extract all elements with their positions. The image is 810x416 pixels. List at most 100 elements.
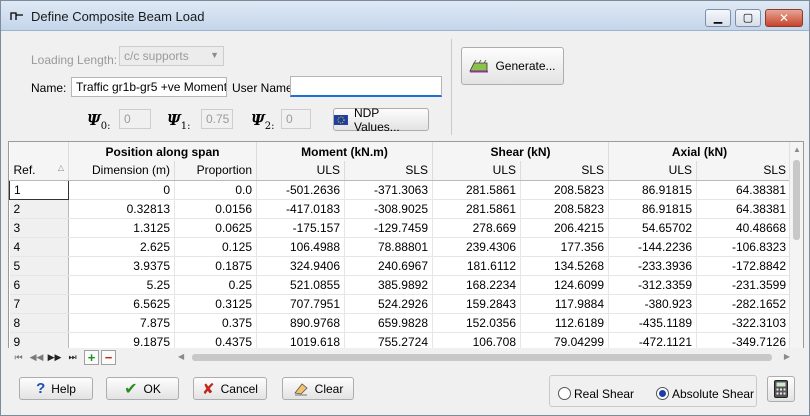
psi0-input[interactable]: 0 bbox=[119, 109, 151, 129]
absolute-shear-label[interactable]: Absolute Shear bbox=[672, 387, 754, 401]
table-cell[interactable]: 281.5861 bbox=[432, 199, 521, 219]
table-row[interactable]: 2 0.32813 0.0156 -417.0183 -308.9025 281.5861… bbox=[9, 199, 791, 219]
horizontal-scroll-thumb[interactable] bbox=[192, 354, 772, 361]
user-name-input[interactable] bbox=[290, 76, 442, 97]
scroll-up-icon[interactable]: ▲ bbox=[793, 145, 801, 154]
scroll-right-icon[interactable]: ▶ bbox=[784, 352, 790, 361]
remove-row-button[interactable]: − bbox=[101, 350, 116, 365]
maximize-button[interactable]: ▢ bbox=[735, 9, 761, 27]
row-ref-cell[interactable]: 7 bbox=[9, 294, 69, 314]
ok-button[interactable]: ✔ OK bbox=[106, 377, 179, 400]
absolute-shear-radio[interactable] bbox=[656, 387, 669, 400]
loading-length-select[interactable]: c/c supports ▼ bbox=[119, 46, 224, 66]
table-cell[interactable]: 0.1875 bbox=[174, 256, 257, 276]
table-cell[interactable]: -308.9025 bbox=[344, 199, 433, 219]
table-cell[interactable]: 64.38381 bbox=[696, 199, 791, 219]
table-cell[interactable]: 1.3125 bbox=[68, 218, 175, 238]
clear-button[interactable]: Clear bbox=[282, 377, 354, 400]
table-cell[interactable]: -233.3936 bbox=[608, 256, 697, 276]
table-cell[interactable]: 168.2234 bbox=[432, 275, 521, 295]
scroll-left-icon[interactable]: ◀ bbox=[178, 352, 184, 361]
table-cell[interactable]: 159.2843 bbox=[432, 294, 521, 314]
table-cell[interactable]: -417.0183 bbox=[256, 199, 345, 219]
table-cell[interactable]: -380.923 bbox=[608, 294, 697, 314]
table-cell[interactable]: 239.4306 bbox=[432, 237, 521, 257]
table-cell[interactable]: 5.25 bbox=[68, 275, 175, 295]
table-cell[interactable]: 134.5268 bbox=[520, 256, 609, 276]
column-header-axial-sls[interactable]: SLS bbox=[696, 161, 791, 181]
table-cell[interactable]: 64.38381 bbox=[696, 180, 791, 200]
table-row[interactable]: 8 7.875 0.375 890.9768 659.9828 152.0356 112.6… bbox=[9, 313, 791, 333]
table-cell[interactable]: -501.2636 bbox=[256, 180, 345, 200]
last-record-icon[interactable]: ⏭ bbox=[65, 350, 80, 365]
column-header-shear-sls[interactable]: SLS bbox=[520, 161, 609, 181]
table-cell[interactable]: -172.8842 bbox=[696, 256, 791, 276]
table-cell[interactable]: -144.2236 bbox=[608, 237, 697, 257]
table-cell[interactable]: 0.0625 bbox=[174, 218, 257, 238]
table-row[interactable]: 5 3.9375 0.1875 324.9406 240.6967 181.6112 134… bbox=[9, 256, 791, 276]
table-cell[interactable]: 385.9892 bbox=[344, 275, 433, 295]
table-cell[interactable]: -371.3063 bbox=[344, 180, 433, 200]
table-cell[interactable]: 86.91815 bbox=[608, 199, 697, 219]
vertical-scroll-thumb[interactable] bbox=[793, 160, 800, 240]
table-cell[interactable]: 6.5625 bbox=[68, 294, 175, 314]
table-cell[interactable]: 112.6189 bbox=[520, 313, 609, 333]
table-cell[interactable]: 106.4988 bbox=[256, 237, 345, 257]
psi2-input[interactable]: 0 bbox=[281, 109, 311, 129]
table-cell[interactable]: 0.0 bbox=[174, 180, 257, 200]
table-cell[interactable]: 208.5823 bbox=[520, 199, 609, 219]
row-ref-cell[interactable]: 1 bbox=[9, 179, 69, 200]
minimize-button[interactable]: ▁ bbox=[705, 9, 731, 27]
close-button[interactable]: ✕ bbox=[765, 9, 803, 27]
row-ref-cell[interactable]: 8 bbox=[9, 313, 69, 333]
table-cell[interactable]: 2.625 bbox=[68, 237, 175, 257]
table-cell[interactable]: 3.9375 bbox=[68, 256, 175, 276]
ref-column-header[interactable]: Ref. △ bbox=[9, 161, 69, 181]
table-cell[interactable]: 524.2926 bbox=[344, 294, 433, 314]
table-cell[interactable]: -282.1652 bbox=[696, 294, 791, 314]
column-header-shear-uls[interactable]: ULS bbox=[432, 161, 521, 181]
table-cell[interactable]: 324.9406 bbox=[256, 256, 345, 276]
name-field[interactable]: Traffic gr1b-gr5 +ve Moment 1 bbox=[71, 77, 227, 97]
table-cell[interactable]: 86.91815 bbox=[608, 180, 697, 200]
generate-button[interactable]: Generate... bbox=[461, 47, 564, 85]
table-cell[interactable]: -435.1189 bbox=[608, 313, 697, 333]
table-cell[interactable]: 117.9884 bbox=[520, 294, 609, 314]
table-cell[interactable]: 0.25 bbox=[174, 275, 257, 295]
cancel-button[interactable]: ✘ Cancel bbox=[193, 377, 267, 400]
table-row[interactable]: 3 1.3125 0.0625 -175.157 -129.7459 278.669 206… bbox=[9, 218, 791, 238]
table-cell[interactable]: 890.9768 bbox=[256, 313, 345, 333]
table-cell[interactable]: 152.0356 bbox=[432, 313, 521, 333]
ndp-values-button[interactable]: NDP Values... bbox=[333, 106, 429, 134]
calculator-button[interactable] bbox=[767, 376, 795, 402]
table-cell[interactable]: -175.157 bbox=[256, 218, 345, 238]
real-shear-label[interactable]: Real Shear bbox=[574, 387, 634, 401]
row-ref-cell[interactable]: 6 bbox=[9, 275, 69, 295]
column-header-proportion[interactable]: Proportion bbox=[174, 161, 257, 181]
table-row[interactable]: 1 0 0.0 -501.2636 -371.3063 281.5861 208.5823 8… bbox=[9, 179, 791, 200]
table-cell[interactable]: -231.3599 bbox=[696, 275, 791, 295]
table-cell[interactable]: 521.0855 bbox=[256, 275, 345, 295]
table-cell[interactable]: 78.88801 bbox=[344, 237, 433, 257]
table-cell[interactable]: 278.669 bbox=[432, 218, 521, 238]
table-cell[interactable]: 240.6967 bbox=[344, 256, 433, 276]
table-cell[interactable]: -106.8323 bbox=[696, 237, 791, 257]
first-record-icon[interactable]: ⏮ bbox=[11, 350, 26, 365]
table-cell[interactable]: 659.9828 bbox=[344, 313, 433, 333]
help-button[interactable]: ? Help bbox=[19, 377, 93, 400]
table-cell[interactable]: -322.3103 bbox=[696, 313, 791, 333]
table-cell[interactable]: 0 bbox=[68, 180, 175, 200]
row-ref-cell[interactable]: 4 bbox=[9, 237, 69, 257]
table-cell[interactable]: 0.125 bbox=[174, 237, 257, 257]
table-cell[interactable]: 0.3125 bbox=[174, 294, 257, 314]
add-row-button[interactable]: + bbox=[84, 350, 99, 365]
vertical-scrollbar[interactable]: ▲ ▼ bbox=[789, 142, 803, 366]
table-cell[interactable]: -129.7459 bbox=[344, 218, 433, 238]
row-ref-cell[interactable]: 3 bbox=[9, 218, 69, 238]
table-cell[interactable]: 177.356 bbox=[520, 237, 609, 257]
column-header-moment-uls[interactable]: ULS bbox=[256, 161, 345, 181]
next-record-icon[interactable]: ▶▶ bbox=[47, 350, 62, 365]
table-cell[interactable]: 181.6112 bbox=[432, 256, 521, 276]
table-cell[interactable]: 707.7951 bbox=[256, 294, 345, 314]
column-header-dimension[interactable]: Dimension (m) bbox=[68, 161, 175, 181]
